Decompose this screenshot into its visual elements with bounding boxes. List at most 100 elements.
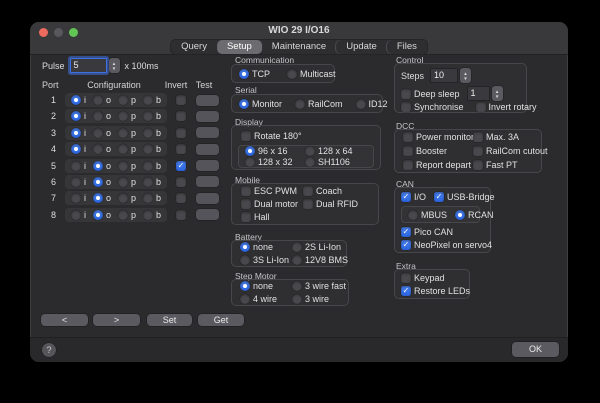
display-size-option[interactable]: 128 x 32 bbox=[245, 157, 305, 167]
can-option[interactable]: ✓Pico CAN bbox=[401, 227, 492, 237]
dcc-option[interactable]: Fast PT bbox=[473, 160, 548, 170]
can-option[interactable]: ✓USB-Bridge bbox=[434, 192, 495, 202]
port-config-o[interactable]: o bbox=[93, 95, 111, 105]
steps-stepper[interactable]: ▲▼ bbox=[460, 68, 471, 83]
invert-checkbox[interactable] bbox=[176, 111, 186, 121]
port-config-b[interactable]: b bbox=[143, 177, 161, 187]
step-motor-option[interactable]: none bbox=[240, 281, 292, 291]
can-bus-option[interactable]: MBUS bbox=[408, 210, 447, 220]
mobile-option[interactable]: Coach bbox=[303, 186, 369, 196]
port-config-p[interactable]: p bbox=[118, 144, 136, 154]
invert-checkbox[interactable] bbox=[176, 210, 186, 220]
mobile-option[interactable]: Dual RFID bbox=[303, 199, 369, 209]
port-config-o[interactable]: o bbox=[93, 210, 111, 220]
dcc-option[interactable]: RailCom cutout bbox=[473, 146, 548, 156]
port-config-i[interactable]: i bbox=[71, 128, 86, 138]
port-config-i[interactable]: i bbox=[71, 177, 86, 187]
communication-option[interactable]: Multicast bbox=[287, 69, 336, 79]
port-config-p[interactable]: p bbox=[118, 95, 136, 105]
help-button[interactable]: ? bbox=[42, 343, 56, 357]
invert-checkbox[interactable]: ✓ bbox=[176, 161, 186, 171]
test-button[interactable] bbox=[196, 111, 219, 122]
extra-option[interactable]: ✓Restore LEDs bbox=[401, 286, 470, 296]
prev-button[interactable]: < bbox=[41, 314, 88, 326]
port-config-o[interactable]: o bbox=[93, 161, 111, 171]
test-button[interactable] bbox=[196, 193, 219, 204]
port-config-i[interactable]: i bbox=[71, 144, 86, 154]
port-config-p[interactable]: p bbox=[118, 193, 136, 203]
test-button[interactable] bbox=[196, 160, 219, 171]
display-size-option[interactable]: SH1106 bbox=[305, 157, 367, 167]
deep-sleep-checkbox[interactable]: Deep sleep bbox=[401, 89, 460, 99]
dcc-option[interactable]: Power monitor bbox=[403, 132, 473, 142]
port-config-i[interactable]: i bbox=[71, 161, 86, 171]
display-size-option[interactable]: 128 x 64 bbox=[305, 146, 367, 156]
invert-checkbox[interactable] bbox=[176, 193, 186, 203]
step-motor-option[interactable]: 3 wire fast bbox=[292, 281, 346, 291]
mobile-option[interactable]: Dual motor bbox=[241, 199, 303, 209]
battery-option[interactable]: none bbox=[240, 242, 292, 252]
port-config-p[interactable]: p bbox=[118, 210, 136, 220]
port-config-i[interactable]: i bbox=[71, 193, 86, 203]
port-config-i[interactable]: i bbox=[71, 111, 86, 121]
test-button[interactable] bbox=[196, 209, 219, 220]
port-config-o[interactable]: o bbox=[93, 128, 111, 138]
port-config-b[interactable]: b bbox=[143, 111, 161, 121]
communication-option[interactable]: TCP bbox=[239, 69, 270, 79]
mobile-option[interactable]: Hall bbox=[241, 212, 303, 222]
extra-option[interactable]: Keypad bbox=[401, 273, 470, 283]
dcc-option[interactable]: Max. 3A bbox=[473, 132, 548, 142]
invert-checkbox[interactable] bbox=[176, 95, 186, 105]
port-config-b[interactable]: b bbox=[143, 95, 161, 105]
test-button[interactable] bbox=[196, 144, 219, 155]
pulse-input[interactable]: 5 bbox=[70, 58, 107, 73]
tab-maintenance[interactable]: Maintenance bbox=[262, 40, 336, 54]
port-config-o[interactable]: o bbox=[93, 193, 111, 203]
invert-checkbox[interactable] bbox=[176, 128, 186, 138]
port-config-i[interactable]: i bbox=[71, 210, 86, 220]
tab-setup[interactable]: Setup bbox=[217, 40, 262, 54]
battery-option[interactable]: 12V8 BMS bbox=[292, 255, 348, 265]
serial-option[interactable]: ID12 bbox=[356, 99, 388, 109]
dcc-option[interactable]: Report depart bbox=[403, 160, 473, 170]
port-config-b[interactable]: b bbox=[143, 210, 161, 220]
port-config-b[interactable]: b bbox=[143, 128, 161, 138]
port-config-p[interactable]: p bbox=[118, 128, 136, 138]
tab-update[interactable]: Update bbox=[336, 40, 387, 54]
dcc-option[interactable]: Booster bbox=[403, 146, 473, 156]
serial-option[interactable]: RailCom bbox=[295, 99, 343, 109]
test-button[interactable] bbox=[196, 127, 219, 138]
control-option[interactable]: Invert rotary bbox=[476, 102, 537, 112]
display-size-option[interactable]: 96 x 16 bbox=[245, 146, 305, 156]
next-button[interactable]: > bbox=[93, 314, 140, 326]
can-bus-option[interactable]: RCAN bbox=[455, 210, 494, 220]
invert-checkbox[interactable] bbox=[176, 144, 186, 154]
test-button[interactable] bbox=[196, 176, 219, 187]
deep-sleep-stepper[interactable]: ▲▼ bbox=[492, 86, 503, 101]
port-config-b[interactable]: b bbox=[143, 144, 161, 154]
port-config-o[interactable]: o bbox=[93, 177, 111, 187]
port-config-b[interactable]: b bbox=[143, 161, 161, 171]
test-button[interactable] bbox=[196, 95, 219, 106]
can-option[interactable]: ✓NeoPixel on servo4 bbox=[401, 240, 492, 250]
invert-checkbox[interactable] bbox=[176, 177, 186, 187]
steps-input[interactable]: 10 bbox=[430, 68, 458, 83]
pulse-stepper[interactable]: ▲▼ bbox=[109, 58, 120, 73]
step-motor-option[interactable]: 4 wire bbox=[240, 294, 292, 304]
tab-query[interactable]: Query bbox=[171, 40, 217, 54]
tab-files[interactable]: Files bbox=[387, 40, 427, 54]
rotate-180-checkbox[interactable]: Rotate 180° bbox=[241, 131, 302, 141]
ok-button[interactable]: OK bbox=[512, 342, 559, 357]
serial-option[interactable]: Monitor bbox=[239, 99, 282, 109]
set-button[interactable]: Set bbox=[147, 314, 192, 326]
port-config-o[interactable]: o bbox=[93, 144, 111, 154]
mobile-option[interactable]: ESC PWM bbox=[241, 186, 303, 196]
control-option[interactable]: Synchronise bbox=[401, 102, 464, 112]
port-config-p[interactable]: p bbox=[118, 177, 136, 187]
port-config-p[interactable]: p bbox=[118, 161, 136, 171]
can-option[interactable]: ✓I/O bbox=[401, 192, 426, 202]
port-config-p[interactable]: p bbox=[118, 111, 136, 121]
step-motor-option[interactable]: 3 wire bbox=[292, 294, 346, 304]
battery-option[interactable]: 3S Li-Ion bbox=[240, 255, 292, 265]
get-button[interactable]: Get bbox=[198, 314, 244, 326]
